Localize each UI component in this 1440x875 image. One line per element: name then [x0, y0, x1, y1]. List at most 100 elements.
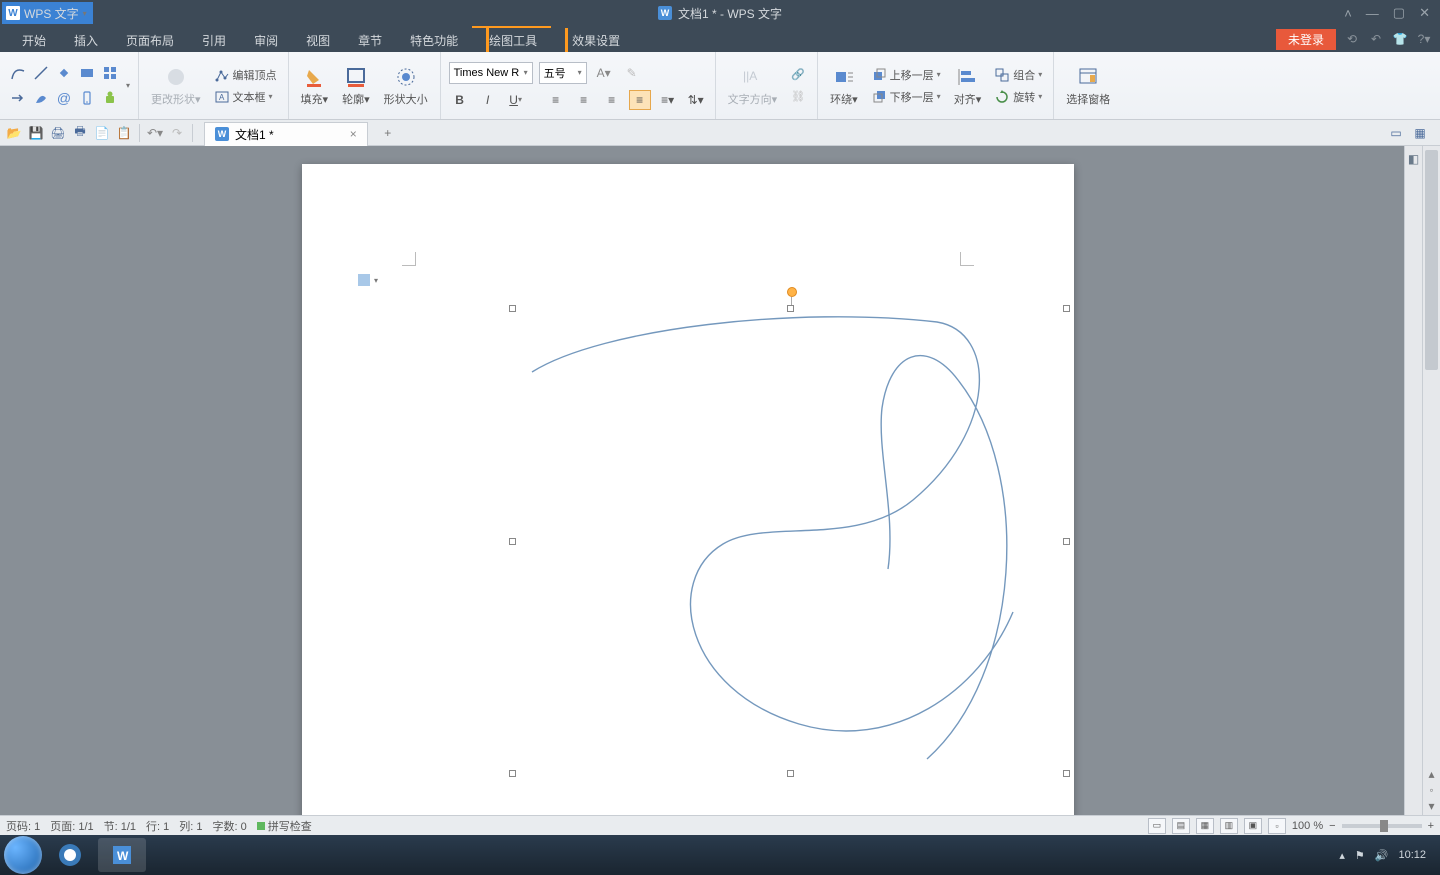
maximize-button[interactable]: ▢: [1393, 5, 1405, 21]
status-page-num[interactable]: 页码: 1: [6, 818, 40, 834]
tab-close-button[interactable]: ×: [350, 127, 357, 141]
tray-network-icon[interactable]: 🔊: [1375, 849, 1389, 862]
system-tray[interactable]: ▴ ⚑ 🔊 10:12: [1339, 849, 1436, 862]
shape-size-button[interactable]: 形状大小: [380, 63, 432, 109]
print-button[interactable]: 🖨: [48, 123, 68, 143]
edit-points-button[interactable]: 编辑顶点: [211, 66, 280, 84]
menu-drawing-tools[interactable]: 绘图工具: [472, 26, 551, 52]
leaf-shape-icon[interactable]: [31, 87, 51, 109]
save-button[interactable]: 💾: [26, 123, 46, 143]
toggle-pane-button[interactable]: ▭: [1386, 123, 1406, 143]
menu-effect-settings[interactable]: 效果设置: [551, 26, 634, 52]
taskbar-app-wps[interactable]: W: [98, 838, 146, 872]
menu-view[interactable]: 视图: [292, 26, 344, 52]
break-link-button[interactable]: ⛓: [787, 88, 809, 106]
zoom-level[interactable]: 100 %: [1292, 820, 1323, 832]
taskbar-app-browser[interactable]: [46, 838, 94, 872]
menu-page-layout[interactable]: 页面布局: [112, 26, 188, 52]
font-color-button[interactable]: A▾: [593, 63, 615, 83]
zoom-in-button[interactable]: +: [1428, 820, 1434, 832]
shape-gallery[interactable]: @: [8, 62, 120, 109]
align-center-button[interactable]: ≡: [573, 90, 595, 110]
bring-forward-button[interactable]: 上移一层▾: [868, 66, 944, 84]
undo-button[interactable]: ↶▾: [145, 123, 165, 143]
link-button[interactable]: 🔗: [787, 66, 809, 84]
help-icon[interactable]: ?▾: [1416, 32, 1432, 46]
layout-options-button[interactable]: ▾: [356, 272, 378, 288]
menu-references[interactable]: 引用: [188, 26, 240, 52]
fill-button[interactable]: 填充▾: [297, 63, 333, 109]
vertical-scrollbar[interactable]: ▴ ◦ ▾: [1422, 146, 1440, 815]
status-page[interactable]: 页面: 1/1: [50, 818, 93, 834]
rotation-handle[interactable]: [787, 287, 797, 297]
zoom-out-button[interactable]: −: [1329, 820, 1335, 832]
ribbon-collapse-icon[interactable]: ˄: [1344, 6, 1352, 21]
view-fullscreen-button[interactable]: ▣: [1244, 818, 1262, 834]
align-button[interactable]: 对齐▾: [950, 63, 986, 109]
app-badge[interactable]: W WPS 文字 ▾: [2, 2, 93, 24]
tray-icon[interactable]: ▴: [1339, 849, 1345, 862]
font-name-select[interactable]: Times New R▾: [449, 62, 533, 84]
view-outline-button[interactable]: ▦: [1196, 818, 1214, 834]
align-right-button[interactable]: ≡: [601, 90, 623, 110]
canvas-viewport[interactable]: ▾: [0, 146, 1404, 815]
document-tab[interactable]: W 文档1 * ×: [204, 122, 368, 146]
view-draft-button[interactable]: ▫: [1268, 818, 1286, 834]
phone-shape-icon[interactable]: [77, 87, 97, 109]
scroll-down-icon[interactable]: ▾: [1428, 799, 1434, 813]
document-page[interactable]: ▾: [302, 164, 1074, 815]
menu-start[interactable]: 开始: [8, 26, 60, 52]
align-justify-button[interactable]: ≡: [629, 90, 651, 110]
status-line[interactable]: 行: 1: [146, 818, 169, 834]
zoom-slider[interactable]: [1342, 824, 1422, 828]
menu-review[interactable]: 审阅: [240, 26, 292, 52]
line-shape-icon[interactable]: [31, 62, 51, 84]
start-button[interactable]: [4, 836, 42, 874]
font-size-select[interactable]: 五号▾: [539, 62, 587, 84]
diamond-shape-icon[interactable]: [54, 62, 74, 84]
login-button[interactable]: 未登录: [1276, 29, 1336, 50]
close-button[interactable]: ✕: [1419, 5, 1430, 21]
group-button[interactable]: 组合▾: [991, 66, 1045, 84]
status-chars[interactable]: 字数: 0: [213, 818, 247, 834]
arrow-shape-icon[interactable]: [8, 87, 28, 109]
new-tab-button[interactable]: +: [376, 121, 400, 145]
text-box-button[interactable]: A 文本框▾: [211, 88, 280, 106]
view-read-button[interactable]: ▤: [1172, 818, 1190, 834]
outline-button[interactable]: 轮廓▾: [338, 63, 374, 109]
tray-clock[interactable]: 10:12: [1398, 849, 1426, 861]
android-shape-icon[interactable]: [100, 87, 120, 109]
rotate-button[interactable]: 旋转▾: [991, 88, 1045, 106]
undo-icon[interactable]: ↶: [1368, 32, 1384, 46]
scroll-marker-icon[interactable]: ◦: [1429, 783, 1433, 797]
skin-icon[interactable]: 👕: [1392, 32, 1408, 46]
grid-shape-icon[interactable]: [100, 62, 120, 84]
menu-chapter[interactable]: 章节: [344, 26, 396, 52]
bold-button[interactable]: B: [449, 90, 471, 110]
status-col[interactable]: 列: 1: [179, 818, 202, 834]
print-preview-button[interactable]: 🖶: [70, 123, 90, 143]
menu-special[interactable]: 特色功能: [396, 26, 472, 52]
sync-icon[interactable]: ⟲: [1344, 32, 1360, 46]
rect-shape-icon[interactable]: [77, 62, 97, 84]
open-button[interactable]: 📂: [4, 123, 24, 143]
view-print-layout-button[interactable]: ▭: [1148, 818, 1166, 834]
menu-insert[interactable]: 插入: [60, 26, 112, 52]
drawn-shape[interactable]: [507, 304, 1077, 784]
clear-format-button[interactable]: ✎: [621, 63, 643, 83]
view-web-button[interactable]: ▥: [1220, 818, 1238, 834]
minimize-button[interactable]: —: [1366, 6, 1379, 21]
send-backward-button[interactable]: 下移一层▾: [868, 88, 944, 106]
wrap-button[interactable]: 环绕▾: [826, 63, 862, 109]
line-spacing-button[interactable]: ⇅▾: [685, 90, 707, 110]
chevron-down-icon[interactable]: ▾: [83, 9, 87, 18]
tray-flag-icon[interactable]: ⚑: [1355, 849, 1365, 862]
paste-button[interactable]: 📋: [114, 123, 134, 143]
scrollbar-thumb[interactable]: [1425, 150, 1438, 370]
align-left-button[interactable]: ≡: [545, 90, 567, 110]
status-section[interactable]: 节: 1/1: [104, 818, 136, 834]
nav-icon[interactable]: ◧: [1408, 152, 1419, 166]
export-button[interactable]: 📄: [92, 123, 112, 143]
italic-button[interactable]: I: [477, 90, 499, 110]
scroll-up-icon[interactable]: ▴: [1428, 767, 1434, 781]
